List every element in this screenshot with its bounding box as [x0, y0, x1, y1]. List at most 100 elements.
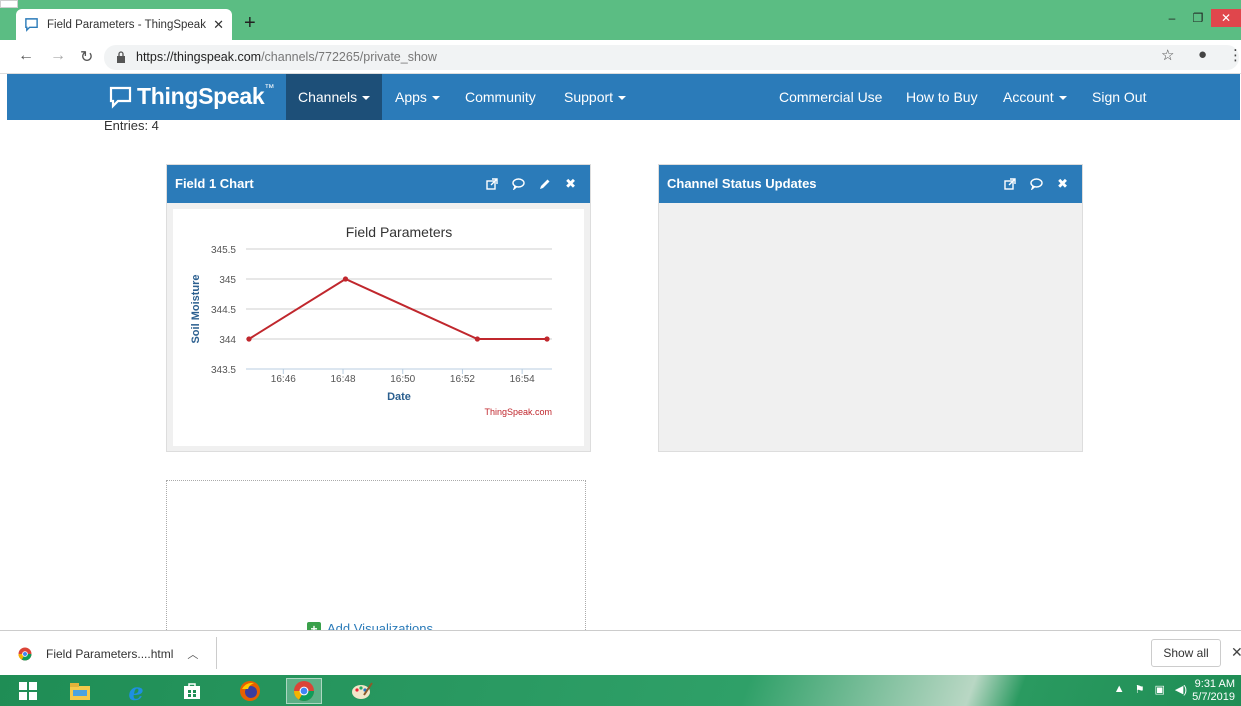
- clock-date: 5/7/2019: [1192, 691, 1235, 703]
- thingspeak-logo[interactable]: ThingSpeak ™: [109, 83, 274, 110]
- field-chart-header: Field 1 Chart ✖: [167, 165, 590, 203]
- entries-count: Entries: 4: [104, 118, 159, 133]
- y-axis-label: Soil Moisture: [190, 274, 202, 343]
- show-all-button[interactable]: Show all: [1151, 639, 1221, 667]
- download-separator: [216, 637, 217, 669]
- y-tick-label: 345: [219, 275, 236, 286]
- window-corner: [0, 0, 18, 8]
- bookmark-star-icon[interactable]: ☆: [1161, 46, 1174, 64]
- browser-tab[interactable]: Field Parameters - ThingSpeak Io ✕: [16, 9, 232, 40]
- status-updates-header: Channel Status Updates ✖: [659, 165, 1082, 203]
- paint-icon[interactable]: [344, 678, 380, 704]
- chart-title: Field Parameters: [346, 224, 453, 240]
- nav-community-label: Community: [465, 89, 536, 105]
- download-file-name: Field Parameters....html: [46, 646, 174, 661]
- x-tick-label: 16:52: [450, 374, 475, 385]
- status-updates-panel: Channel Status Updates ✖: [658, 164, 1083, 452]
- nav-apps[interactable]: Apps: [383, 74, 452, 120]
- x-axis-label: Date: [387, 391, 411, 403]
- close-icon[interactable]: ✖: [1057, 165, 1068, 203]
- brand-trademark: ™: [264, 83, 275, 94]
- new-tab-icon[interactable]: +: [244, 12, 256, 35]
- thingspeak-logo-icon: [109, 86, 132, 109]
- chrome-file-icon: [18, 647, 32, 660]
- chart-container: Field Parameters 345.5 345 344.5 344 343.5 16:…: [173, 209, 584, 446]
- data-point: [246, 336, 252, 342]
- field-chart: Field Parameters 345.5 345 344.5 344 343.5 16:…: [190, 224, 552, 417]
- x-tick-label: 16:50: [390, 374, 415, 385]
- x-tick-label: 16:54: [510, 374, 535, 385]
- data-point: [342, 276, 349, 282]
- chevron-up-icon[interactable]: ︿: [187, 646, 198, 662]
- nav-sign-out[interactable]: Sign Out: [1080, 74, 1158, 120]
- window-close-icon[interactable]: ✕: [1211, 9, 1241, 27]
- firefox-icon[interactable]: [232, 678, 268, 704]
- tray-expand-icon[interactable]: ▲: [1114, 683, 1125, 696]
- x-tick-label: 16:48: [331, 374, 356, 385]
- tab-close-icon[interactable]: ✕: [213, 17, 224, 33]
- chart-credit: ThingSpeak.com: [484, 407, 552, 417]
- downloads-bar: Field Parameters....html ︿ Show all ✕: [0, 630, 1241, 675]
- data-point: [544, 336, 550, 342]
- minimize-icon[interactable]: –: [1159, 9, 1185, 27]
- caret-down-icon: [362, 96, 371, 101]
- forward-arrow-icon[interactable]: →: [50, 47, 66, 65]
- nav-community[interactable]: Community: [453, 74, 548, 120]
- x-tick-label: 16:46: [271, 374, 296, 385]
- restore-icon[interactable]: ❐: [1185, 9, 1211, 27]
- nav-how-to-buy[interactable]: How to Buy: [894, 74, 990, 120]
- downloads-close-icon[interactable]: ✕: [1231, 644, 1241, 661]
- close-icon[interactable]: ✖: [565, 165, 576, 203]
- nav-account[interactable]: Account: [991, 74, 1079, 120]
- volume-icon[interactable]: ◀): [1175, 683, 1187, 696]
- nav-support-label: Support: [564, 89, 614, 105]
- chrome-taskbar-icon[interactable]: [286, 678, 322, 704]
- thingspeak-favicon-icon: [25, 18, 38, 32]
- field-chart-title: Field 1 Chart: [175, 176, 254, 191]
- add-visualization-area: + Add Visualizations: [166, 480, 586, 640]
- store-icon[interactable]: [174, 678, 210, 704]
- nav-sign-out-label: Sign Out: [1092, 89, 1147, 105]
- y-tick-label: 343.5: [211, 365, 236, 376]
- network-icon[interactable]: ▣: [1154, 683, 1164, 696]
- system-tray: ▲ ⚑ ▣ ◀): [1114, 683, 1187, 696]
- y-tick-label: 344: [219, 335, 236, 346]
- nav-commercial-use-label: Commercial Use: [779, 89, 883, 105]
- file-explorer-icon[interactable]: [62, 678, 98, 704]
- y-tick-label: 345.5: [211, 245, 236, 256]
- pencil-icon[interactable]: [539, 178, 551, 190]
- caret-down-icon: [618, 96, 627, 101]
- comment-icon[interactable]: [512, 178, 525, 190]
- lock-icon: [117, 51, 125, 63]
- field-chart-panel: Field 1 Chart ✖ Field Parameters 345.5 345…: [166, 164, 591, 452]
- windows-start-icon[interactable]: [10, 678, 46, 704]
- data-point: [474, 336, 480, 342]
- windows-taskbar: e ▲ ⚑ ▣ ◀) 9:31 AM 5/7/2019: [0, 675, 1241, 706]
- menu-dots-icon[interactable]: ⋮: [1228, 46, 1241, 64]
- nav-channels[interactable]: Channels: [286, 74, 383, 120]
- external-link-icon[interactable]: [1004, 178, 1016, 190]
- nav-how-to-buy-label: How to Buy: [906, 89, 978, 105]
- back-arrow-icon[interactable]: ←: [18, 47, 34, 65]
- comment-icon[interactable]: [1030, 178, 1043, 190]
- reload-icon[interactable]: ↻: [80, 47, 93, 67]
- site-navbar: ThingSpeak ™ Channels Apps Community Sup…: [7, 74, 1240, 120]
- nav-support[interactable]: Support: [552, 74, 638, 120]
- browser-tab-strip: Field Parameters - ThingSpeak Io ✕ + – ❐…: [0, 0, 1241, 40]
- nav-commercial-use[interactable]: Commercial Use: [767, 74, 894, 120]
- nav-apps-label: Apps: [395, 89, 427, 105]
- internet-explorer-icon[interactable]: e: [118, 677, 154, 706]
- window-controls: – ❐ ✕: [1159, 9, 1241, 27]
- caret-down-icon: [431, 96, 440, 101]
- tab-title: Field Parameters - ThingSpeak Io: [47, 18, 207, 31]
- url-input[interactable]: https://thingspeak.com/channels/772265/p…: [104, 45, 1239, 70]
- nav-channels-label: Channels: [298, 89, 358, 105]
- address-bar: ← → ↻ https://thingspeak.com/channels/77…: [0, 40, 1241, 74]
- status-updates-title: Channel Status Updates: [667, 176, 817, 191]
- taskbar-clock[interactable]: 9:31 AM 5/7/2019: [1192, 678, 1235, 704]
- clock-time: 9:31 AM: [1194, 678, 1235, 690]
- profile-icon[interactable]: ●: [1198, 46, 1207, 63]
- external-link-icon[interactable]: [486, 178, 498, 190]
- download-item[interactable]: Field Parameters....html ︿: [18, 631, 198, 676]
- action-center-flag-icon[interactable]: ⚑: [1135, 683, 1145, 696]
